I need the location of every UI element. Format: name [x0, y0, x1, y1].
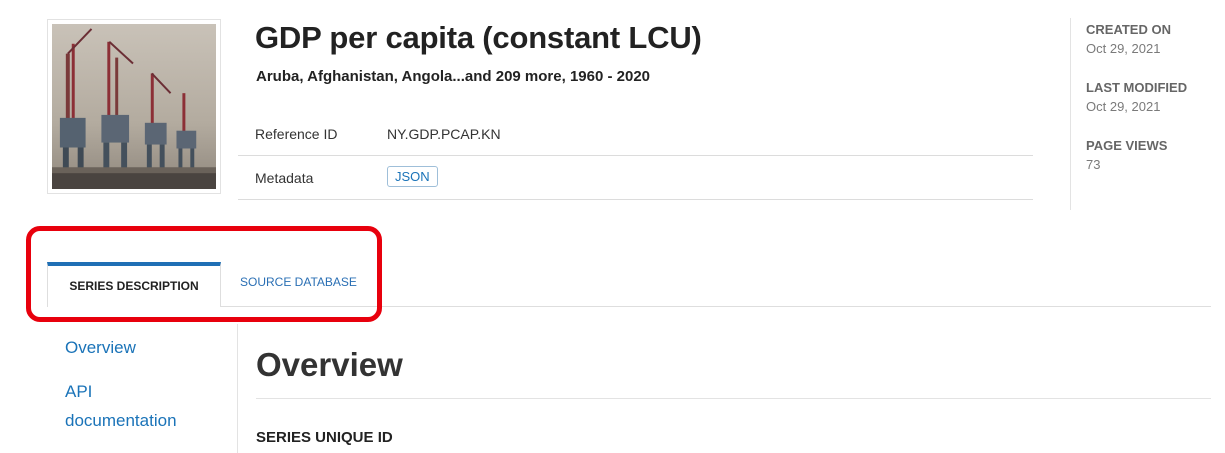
- series-unique-id-label: SERIES UNIQUE ID: [256, 429, 393, 446]
- port-cranes-image: [52, 24, 216, 189]
- sidebar-link-api-documentation[interactable]: documentation: [65, 411, 177, 431]
- metadata-label: Metadata: [255, 170, 314, 186]
- page-views-value: 73: [1086, 157, 1101, 172]
- stats-divider: [1070, 18, 1071, 210]
- reference-id-row: Reference ID NY.GDP.PCAP.KN: [238, 112, 1033, 156]
- dataset-thumbnail: [47, 19, 221, 194]
- last-modified-label: LAST MODIFIED: [1086, 80, 1188, 95]
- sidebar-link-overview[interactable]: Overview: [65, 338, 136, 358]
- created-on-label: CREATED ON: [1086, 22, 1171, 37]
- json-metadata-button[interactable]: JSON: [387, 166, 438, 187]
- metadata-row: Metadata JSON: [238, 156, 1033, 200]
- last-modified-value: Oct 29, 2021: [1086, 99, 1161, 114]
- section-rule: [256, 398, 1211, 399]
- content-divider: [237, 324, 238, 453]
- page-views-label: PAGE VIEWS: [1086, 138, 1168, 153]
- created-on-value: Oct 29, 2021: [1086, 41, 1161, 56]
- tabs-highlight-box: [26, 226, 382, 322]
- coverage-subtitle: Aruba, Afghanistan, Angola...and 209 mor…: [256, 68, 651, 85]
- section-title: Overview: [256, 346, 403, 383]
- reference-id-value: NY.GDP.PCAP.KN: [387, 126, 501, 142]
- reference-id-label: Reference ID: [255, 126, 338, 142]
- dataset-stats: CREATED ON Oct 29, 2021 LAST MODIFIED Oc…: [1086, 22, 1187, 196]
- page-title: GDP per capita (constant LCU): [255, 20, 702, 55]
- sidebar-link-api[interactable]: API: [65, 382, 92, 402]
